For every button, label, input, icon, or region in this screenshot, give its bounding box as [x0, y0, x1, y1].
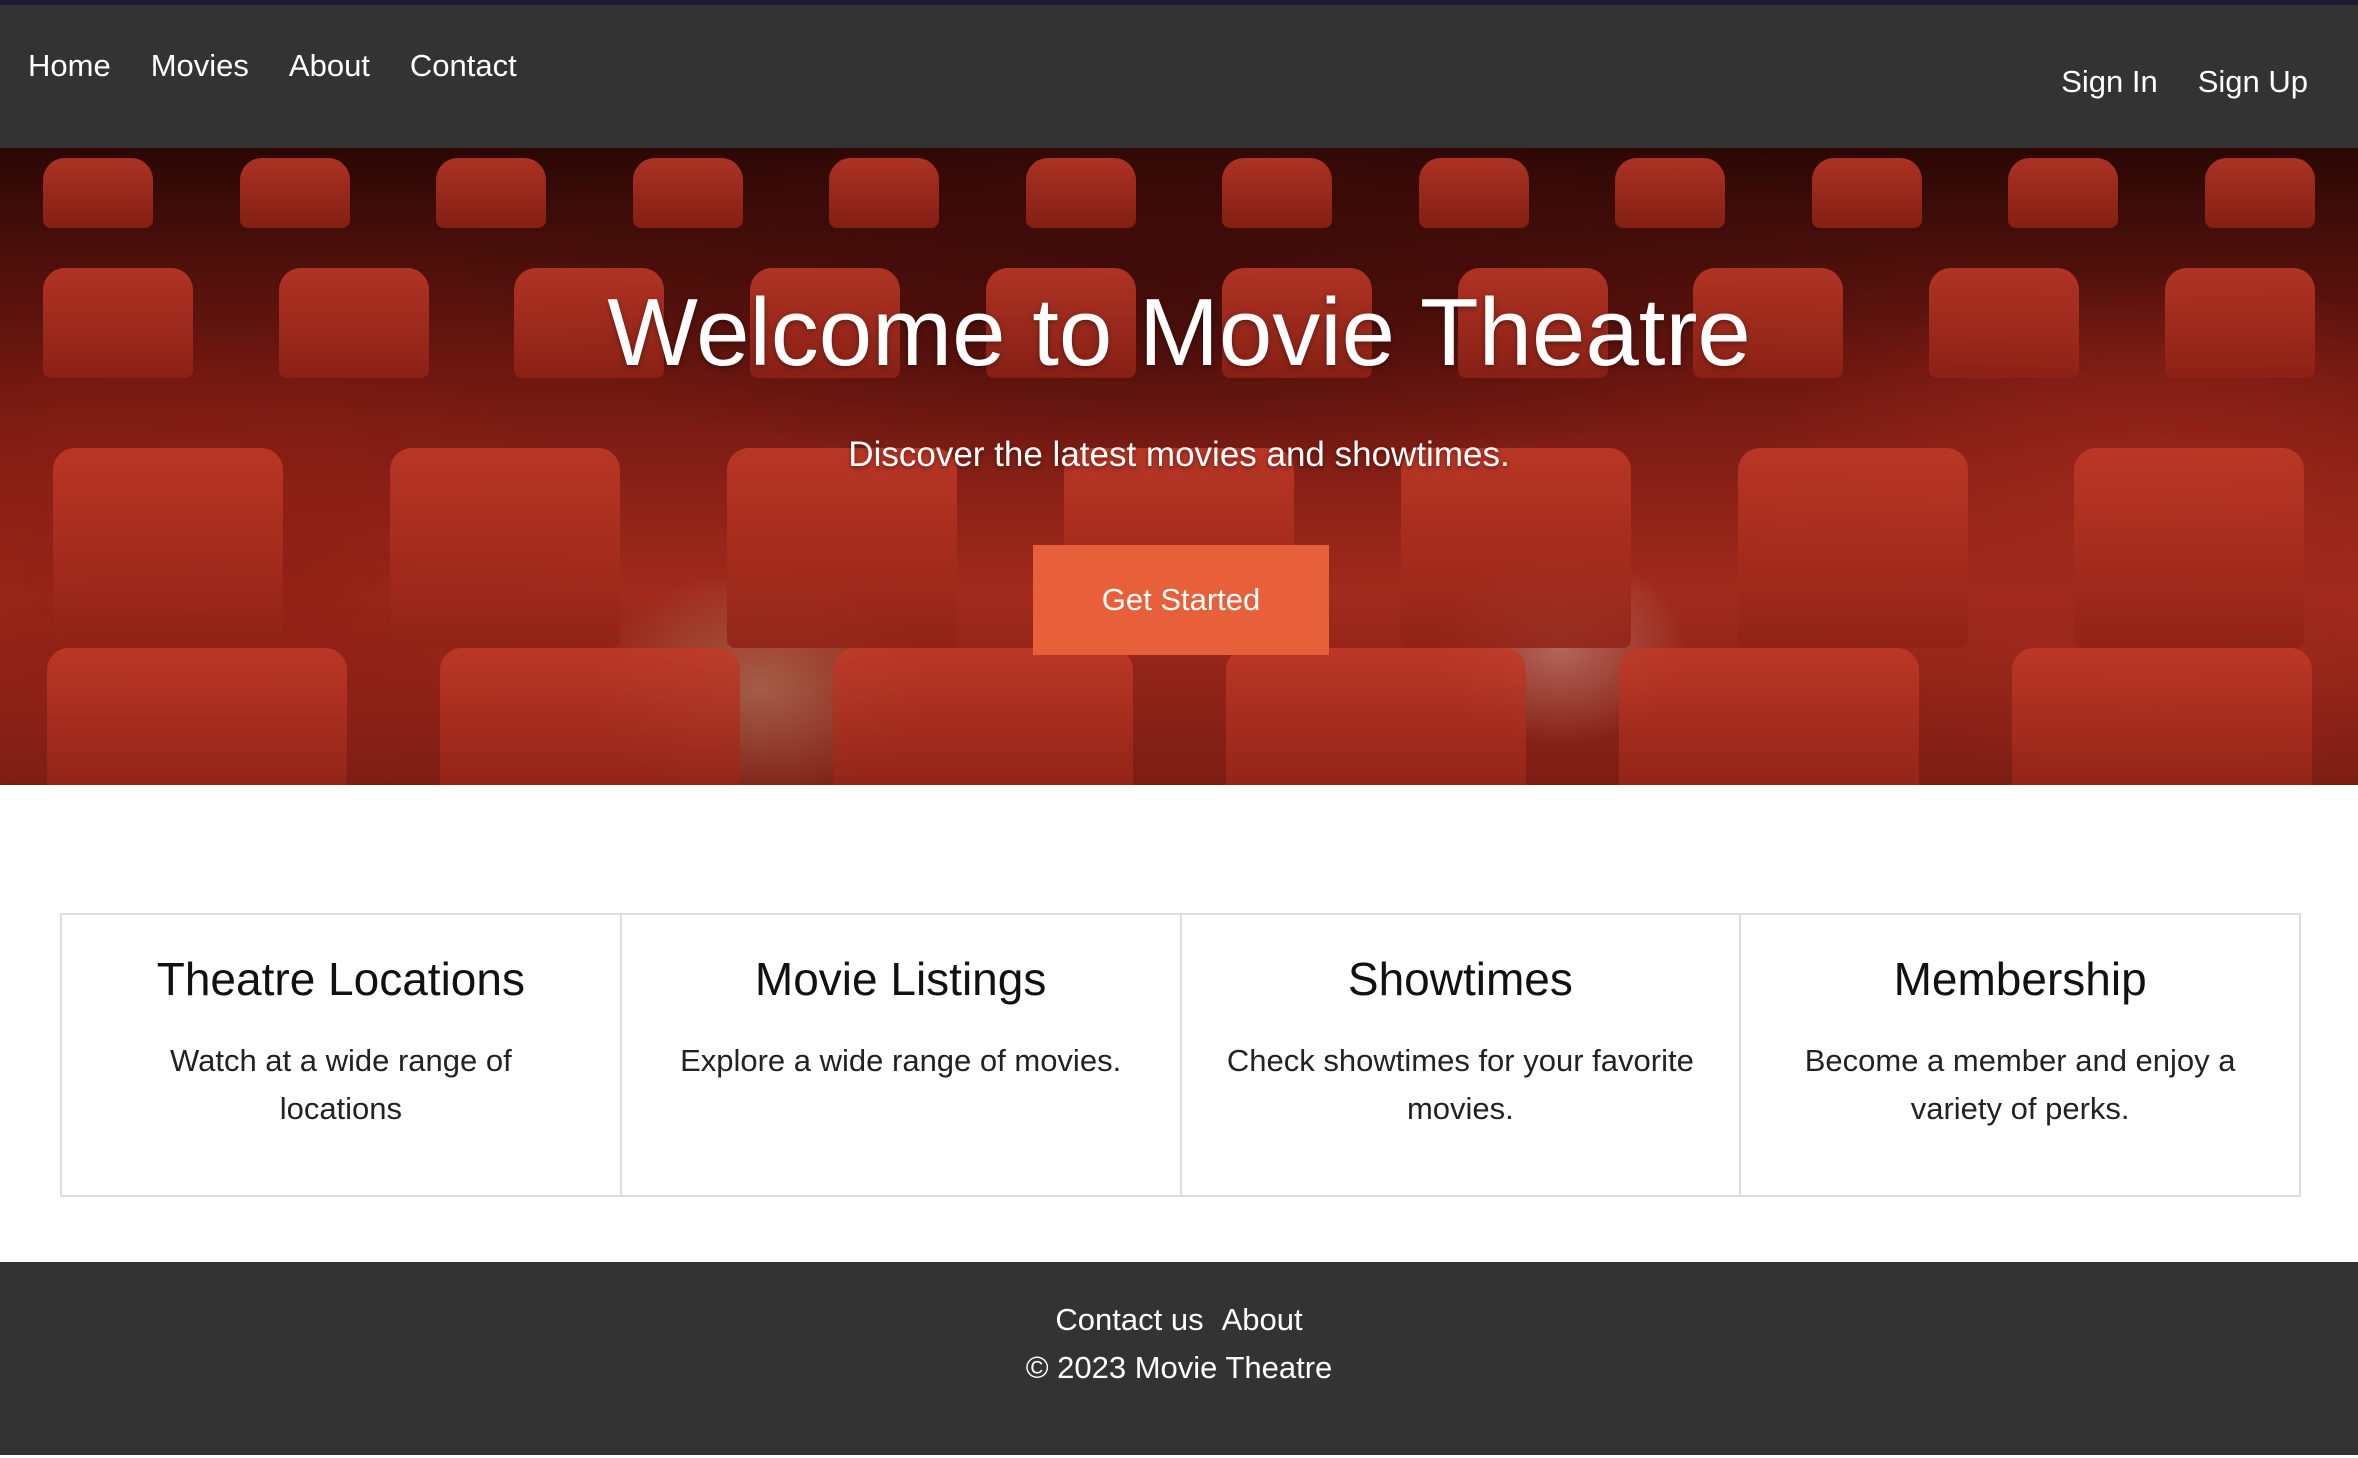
feature-card-text: Watch at a wide range of locations	[169, 1043, 512, 1126]
hero-content: Welcome to Movie Theatre Discover the la…	[0, 148, 2358, 785]
feature-card-movie-listings[interactable]: Movie Listings Explore a wide range of m…	[619, 913, 1182, 1197]
footer: Contact us About © 2023 Movie Theatre	[0, 1262, 2358, 1455]
nav-link-movies[interactable]: Movies	[151, 41, 249, 91]
feature-card-text: Check showtimes for your favorite movies…	[1226, 1043, 1694, 1126]
copyright-text: © 2023 Movie Theatre	[1025, 1350, 1333, 1385]
feature-card-title: Membership	[1893, 953, 2147, 1005]
feature-card-title: Showtimes	[1347, 953, 1573, 1005]
feature-card-title: Theatre Locations	[156, 953, 525, 1005]
feature-card-title: Movie Listings	[754, 953, 1047, 1005]
footer-links: Contact us About	[0, 1296, 2358, 1344]
footer-link-contact-us[interactable]: Contact us	[1055, 1296, 1203, 1344]
feature-card-text: Explore a wide range of movies.	[680, 1043, 1122, 1078]
sign-up-link[interactable]: Sign Up	[2198, 57, 2308, 107]
features-section: Theatre Locations Watch at a wide range …	[60, 913, 2301, 1197]
sign-in-link[interactable]: Sign In	[2061, 57, 2158, 107]
nav-link-contact[interactable]: Contact	[410, 41, 517, 91]
feature-card-membership[interactable]: Membership Become a member and enjoy a v…	[1739, 913, 2301, 1197]
feature-card-theatre-locations[interactable]: Theatre Locations Watch at a wide range …	[60, 913, 622, 1197]
feature-card-text: Become a member and enjoy a variety of p…	[1804, 1043, 2236, 1126]
get-started-button[interactable]: Get Started	[1033, 545, 1329, 655]
nav-link-about[interactable]: About	[289, 41, 370, 91]
nav-link-home[interactable]: Home	[28, 41, 111, 91]
hero-title: Welcome to Movie Theatre	[607, 279, 1751, 386]
navbar: Home Movies About Contact Sign In Sign U…	[0, 5, 2358, 148]
footer-link-about[interactable]: About	[1222, 1296, 1303, 1344]
hero-subtitle: Discover the latest movies and showtimes…	[848, 435, 1510, 474]
hero-banner: Welcome to Movie Theatre Discover the la…	[0, 148, 2358, 785]
feature-card-showtimes[interactable]: Showtimes Check showtimes for your favor…	[1179, 913, 1742, 1197]
auth-nav: Sign In Sign Up	[2061, 57, 2308, 107]
main-nav: Home Movies About Contact	[28, 41, 517, 91]
